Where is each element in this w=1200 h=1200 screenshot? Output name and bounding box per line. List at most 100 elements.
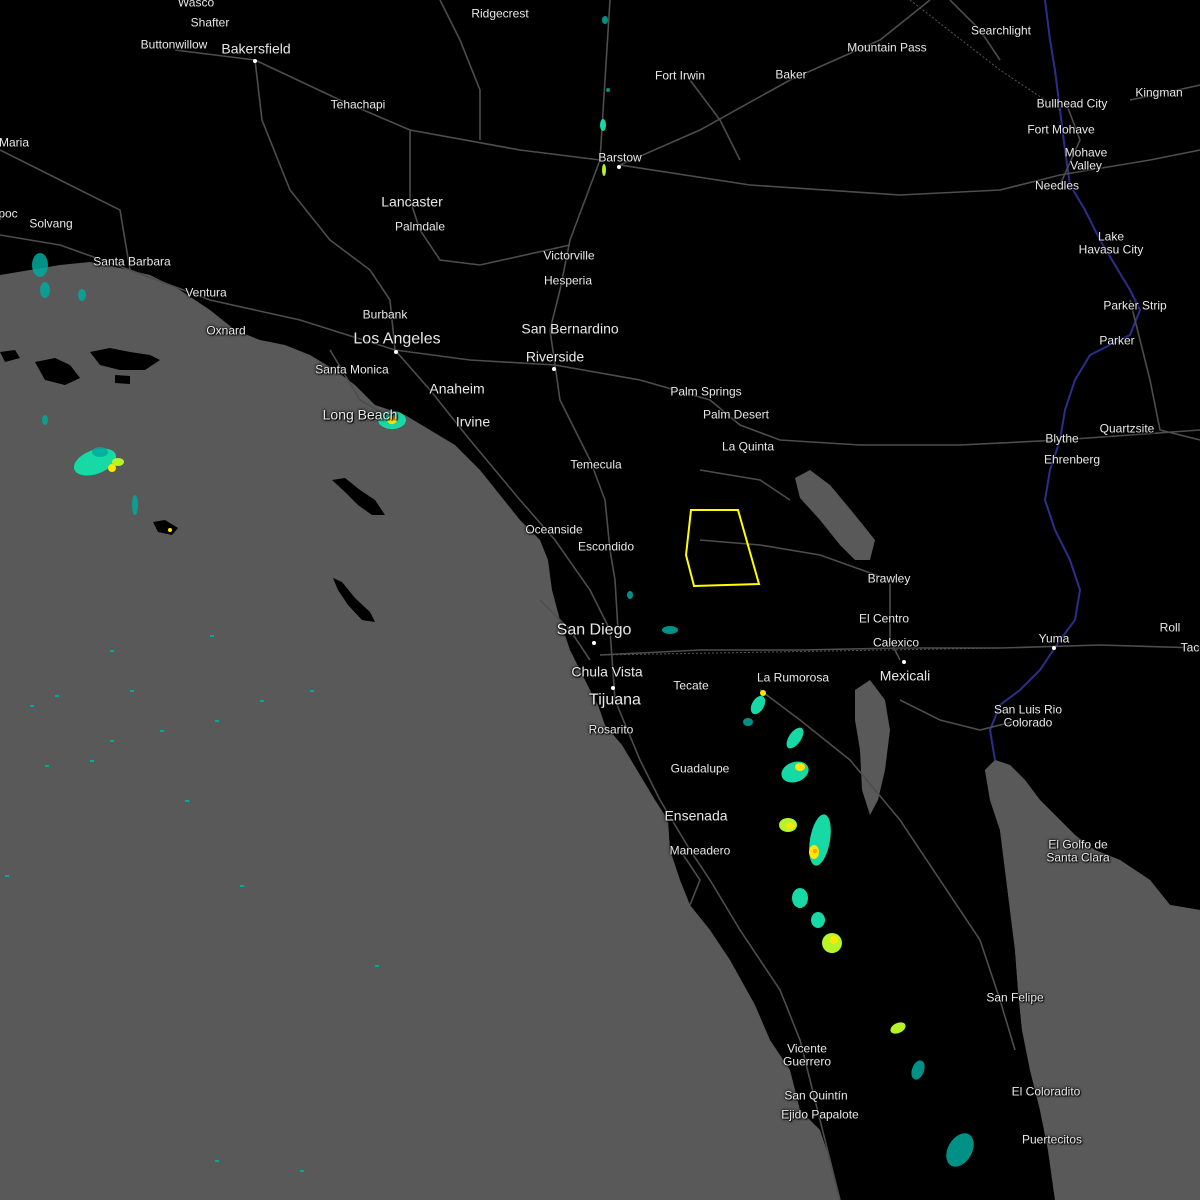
label-oxnard: Oxnard xyxy=(206,323,246,338)
radar-echo xyxy=(830,936,838,944)
label-blythe: Blythe xyxy=(1045,431,1079,446)
label-tijuana: Tijuana xyxy=(589,691,641,709)
label-wasco: Wasco xyxy=(177,0,215,10)
label-ensenada: Ensenada xyxy=(664,807,728,824)
radar-echo xyxy=(602,16,608,24)
label-long-beach: Long Beach xyxy=(322,406,398,423)
radar-speck xyxy=(5,875,9,877)
label-kingman: Kingman xyxy=(1135,85,1183,100)
label-el-coloradito: El Coloradito xyxy=(1011,1084,1081,1099)
label-parker-strip: Parker Strip xyxy=(1103,298,1167,313)
label-irvine: Irvine xyxy=(455,413,491,430)
label-fort-irwin: Fort Irwin xyxy=(654,68,706,83)
label-el-centro: El Centro xyxy=(858,611,910,626)
city-dot-los-angeles xyxy=(394,350,398,354)
city-dot-san-diego xyxy=(592,641,596,645)
label-tecate: Tecate xyxy=(673,678,709,693)
label-lake-havasu-city: Lake Havasu City xyxy=(1078,229,1144,256)
label-buttonwillow: Buttonwillow xyxy=(140,37,208,52)
label-mexicali: Mexicali xyxy=(879,667,931,684)
label-el-golfo: El Golfo de Santa Clara xyxy=(1046,837,1110,864)
label-san-quintin: San Quintín xyxy=(784,1088,848,1103)
radar-speck xyxy=(240,885,244,887)
radar-echo xyxy=(792,888,808,908)
radar-speck xyxy=(300,1170,304,1172)
radar-speck xyxy=(310,690,314,692)
city-dot-tijuana xyxy=(611,686,615,690)
radar-echo xyxy=(42,415,48,425)
radar-speck xyxy=(90,760,94,762)
radar-echo xyxy=(112,458,124,466)
radar-speck xyxy=(55,695,59,697)
map-canvas xyxy=(0,0,1200,1200)
radar-echo xyxy=(606,88,610,92)
label-lancaster: Lancaster xyxy=(381,193,443,210)
label-palmdale: Palmdale xyxy=(394,219,446,234)
label-brawley: Brawley xyxy=(867,571,911,586)
label-maneadero: Maneadero xyxy=(669,843,731,858)
radar-echo xyxy=(811,912,825,928)
radar-echo xyxy=(813,849,817,853)
radar-speck xyxy=(30,705,34,707)
label-ridgecrest: Ridgecrest xyxy=(471,6,529,21)
label-burbank: Burbank xyxy=(362,307,408,322)
radar-speck xyxy=(210,635,214,637)
label-fort-mohave: Fort Mohave xyxy=(1027,122,1095,137)
label-temecula: Temecula xyxy=(570,457,622,472)
label-guadalupe: Guadalupe xyxy=(670,761,730,776)
label-san-bernardino: San Bernardino xyxy=(521,320,619,337)
radar-speck xyxy=(45,765,49,767)
radar-echo xyxy=(92,447,108,457)
label-tehachapi: Tehachapi xyxy=(330,97,386,112)
radar-echo xyxy=(78,289,86,301)
label-hesperia: Hesperia xyxy=(543,273,593,288)
radar-speck xyxy=(215,1160,219,1162)
label-yuma: Yuma xyxy=(1038,631,1070,646)
label-la-quinta: La Quinta xyxy=(721,439,775,454)
radar-echo xyxy=(795,763,805,771)
radar-speck xyxy=(160,730,164,732)
radar-echo xyxy=(602,164,606,176)
radar-speck xyxy=(110,740,114,742)
radar-speck xyxy=(260,700,264,702)
label-san-diego: San Diego xyxy=(556,621,632,639)
label-calexico: Calexico xyxy=(872,635,920,650)
label-escondido: Escondido xyxy=(577,539,635,554)
radar-echo xyxy=(40,282,50,298)
label-quartzsite: Quartzsite xyxy=(1099,421,1155,436)
city-dot-yuma xyxy=(1052,646,1056,650)
label-chula-vista: Chula Vista xyxy=(571,663,643,680)
radar-echo xyxy=(132,495,138,515)
label-puertecitos: Puertecitos xyxy=(1021,1132,1083,1147)
radar-echo xyxy=(627,591,633,599)
label-mohave-valley: Mohave Valley xyxy=(1064,145,1108,172)
label-needles: Needles xyxy=(1034,178,1080,193)
radar-speck xyxy=(130,690,134,692)
label-searchlight: Searchlight xyxy=(970,23,1032,38)
label-bakersfield: Bakersfield xyxy=(221,40,291,57)
label-lompoc: poc xyxy=(0,206,18,221)
label-san-felipe: San Felipe xyxy=(986,990,1044,1005)
label-barstow: Barstow xyxy=(598,150,642,165)
label-palm-desert: Palm Desert xyxy=(702,407,770,422)
label-santa-barbara: Santa Barbara xyxy=(93,254,171,269)
radar-echo xyxy=(743,718,753,726)
label-bullhead-city: Bullhead City xyxy=(1036,96,1108,111)
city-dot-bakersfield xyxy=(253,59,257,63)
city-dot-barstow xyxy=(617,165,621,169)
radar-map[interactable]: Wasco Shafter Buttonwillow Bakersfield R… xyxy=(0,0,1200,1200)
label-los-angeles: Los Angeles xyxy=(353,330,441,348)
label-anaheim: Anaheim xyxy=(429,380,485,397)
label-san-luis-rio-colorado: San Luis Rio Colorado xyxy=(993,702,1063,729)
label-roll: Roll xyxy=(1159,620,1181,635)
label-victorville: Victorville xyxy=(543,248,595,263)
label-riverside: Riverside xyxy=(525,348,585,365)
radar-speck xyxy=(185,800,189,802)
radar-echo xyxy=(600,119,606,131)
label-shafter: Shafter xyxy=(190,15,230,30)
label-rosarito: Rosarito xyxy=(588,722,634,737)
label-parker: Parker xyxy=(1099,333,1135,348)
radar-speck xyxy=(375,965,379,967)
label-ejido-papalote: Ejido Papalote xyxy=(781,1107,859,1122)
label-tac: Tac xyxy=(1180,640,1200,655)
